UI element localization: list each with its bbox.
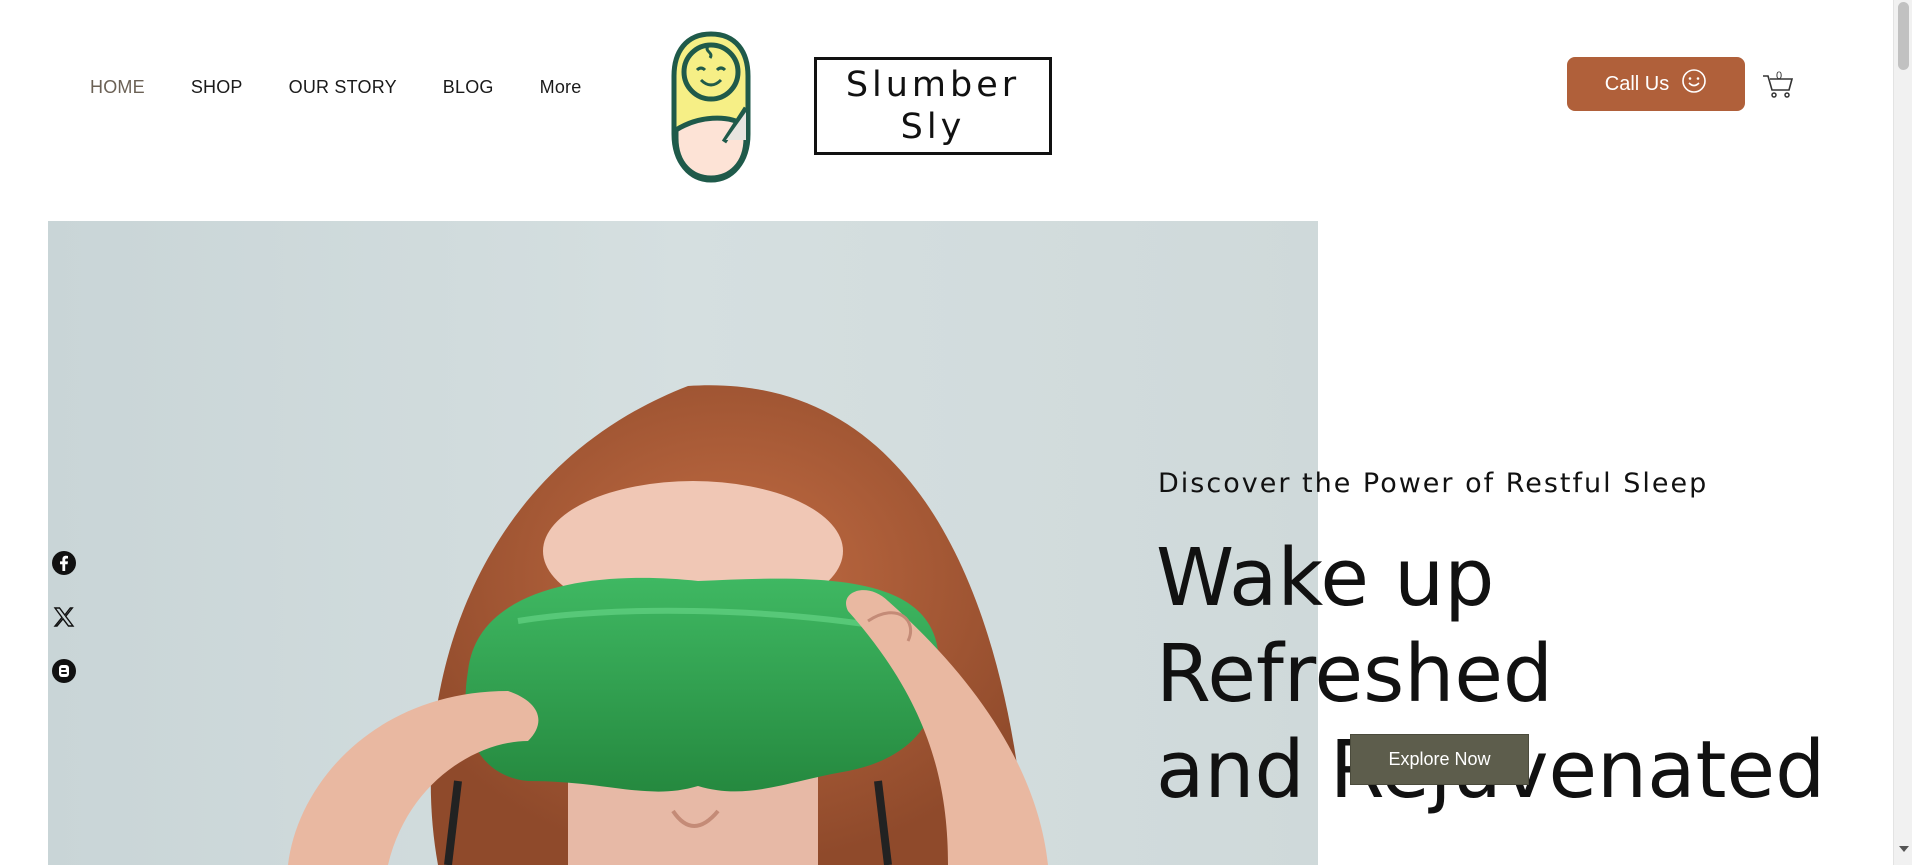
swaddled-baby-icon[interactable] <box>668 30 754 186</box>
blogger-icon[interactable] <box>51 658 77 684</box>
nav-our-story[interactable]: OUR STORY <box>289 77 397 98</box>
explore-now-button[interactable]: Explore Now <box>1350 734 1529 785</box>
brand-logo[interactable]: Slumber Sly <box>814 57 1052 155</box>
facebook-icon[interactable] <box>51 550 77 576</box>
scrollbar-thumb[interactable] <box>1898 2 1909 70</box>
hero-kicker: Discover the Power of Restful Sleep <box>1158 468 1709 499</box>
page: HOME SHOP OUR STORY BLOG More Slumber Sl… <box>0 0 1893 865</box>
nav-more[interactable]: More <box>540 77 582 98</box>
cart-count: 0 <box>1776 70 1783 82</box>
smiley-icon <box>1681 68 1707 100</box>
main-nav: HOME SHOP OUR STORY BLOG More <box>90 77 627 98</box>
nav-shop[interactable]: SHOP <box>191 77 243 98</box>
nav-blog[interactable]: BLOG <box>443 77 494 98</box>
call-us-button[interactable]: Call Us <box>1567 57 1745 111</box>
scroll-down-arrow-icon[interactable] <box>1899 846 1909 852</box>
call-us-label: Call Us <box>1604 72 1670 95</box>
page-scrollbar[interactable] <box>1893 0 1912 865</box>
social-bar <box>51 550 77 684</box>
headline-line1: Wake up Refreshed <box>1156 532 1554 720</box>
brand-name-line2: Sly <box>900 107 966 147</box>
x-icon[interactable] <box>51 604 77 630</box>
nav-home[interactable]: HOME <box>90 77 145 98</box>
hero-image <box>48 221 1318 865</box>
brand-name-line1: Slumber <box>845 65 1021 105</box>
